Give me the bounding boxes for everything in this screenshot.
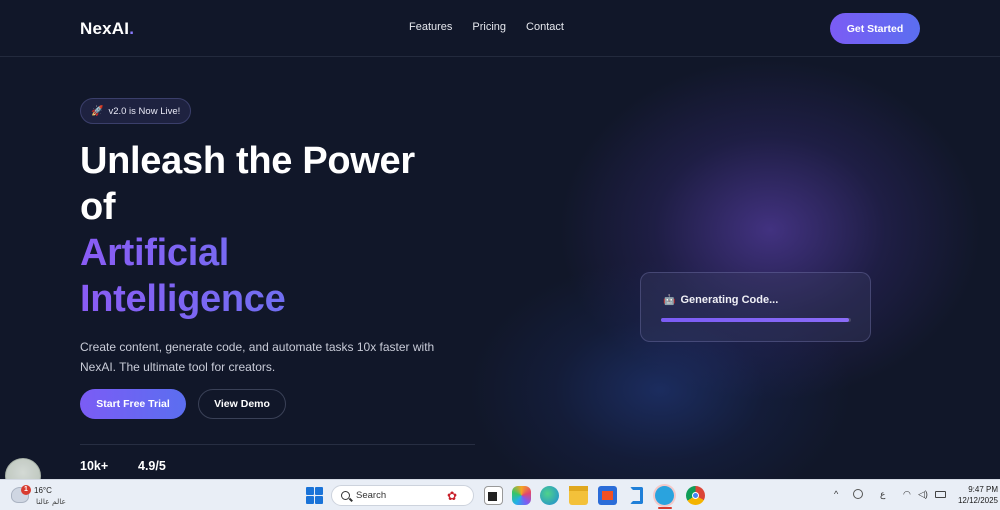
logo[interactable]: NexAI.	[80, 19, 134, 39]
logo-dot: .	[129, 19, 135, 38]
nav-pricing-link[interactable]: Pricing	[472, 21, 506, 33]
get-started-button[interactable]: Get Started	[830, 13, 920, 44]
input-language-indicator[interactable]: ع	[880, 489, 885, 500]
system-clock[interactable]: 9:47 PM 12/12/2025	[952, 484, 998, 506]
taskbar-search[interactable]: Search ✿	[331, 485, 474, 506]
wifi-icon[interactable]: ◠	[903, 489, 911, 500]
windows-taskbar: 1 16°C عالم عالنا Search ✿ ^ ع ◠ ◁) 9:47…	[0, 479, 1000, 510]
stat-rating: 4.9/5	[138, 459, 166, 473]
rocket-icon: 🚀	[91, 105, 104, 117]
windows-start-icon[interactable]	[306, 487, 323, 504]
vscode-icon[interactable]	[627, 486, 646, 505]
task-view-icon[interactable]	[484, 486, 503, 505]
edge-browser-icon[interactable]	[540, 486, 559, 505]
telegram-icon[interactable]	[655, 486, 674, 505]
network-status-icon[interactable]	[853, 489, 863, 499]
robot-icon: 🤖	[663, 294, 676, 306]
hero-title: Unleash the Power of Artificial Intellig…	[80, 138, 500, 322]
release-badge-text: v2.0 is Now Live!	[108, 105, 181, 117]
landing-page: NexAI. Features Pricing Contact Get Star…	[0, 0, 1000, 479]
hero-title-line-3: Artificial	[80, 230, 500, 276]
card-title: 🤖 Generating Code...	[663, 294, 778, 306]
site-header: NexAI. Features Pricing Contact Get Star…	[0, 0, 1000, 57]
search-icon	[341, 491, 350, 500]
card-title-text: Generating Code...	[680, 294, 779, 306]
show-hidden-icons-chevron-up-icon[interactable]: ^	[834, 489, 838, 499]
hero-subtitle-line-2: NexAI. The ultimate tool for creators.	[80, 360, 276, 374]
poinsettia-icon: ✿	[447, 489, 458, 503]
nav-features-link[interactable]: Features	[409, 21, 452, 33]
weather-temperature: 16°C	[34, 486, 52, 495]
battery-icon[interactable]	[935, 491, 946, 498]
start-free-trial-button[interactable]: Start Free Trial	[80, 389, 186, 419]
progress-bar	[661, 318, 851, 322]
clock-date: 12/12/2025	[957, 496, 998, 505]
notification-badge: 1	[21, 485, 31, 495]
file-explorer-icon[interactable]	[569, 486, 588, 505]
weather-widget[interactable]: 1 16°C عالم عالنا	[6, 483, 66, 509]
hero-subtitle-line-1: Create content, generate code, and autom…	[80, 340, 435, 354]
clock-time: 9:47 PM	[968, 485, 998, 494]
copilot-icon[interactable]	[512, 486, 531, 505]
search-placeholder: Search	[356, 490, 387, 501]
progress-bar-fill	[661, 318, 850, 322]
hero-title-line-4: Intelligence	[80, 276, 500, 322]
hero-subtitle: Create content, generate code, and autom…	[80, 337, 480, 377]
hero-title-line-2: of	[80, 186, 116, 228]
stats-divider	[80, 444, 475, 445]
weather-location: عالم عالنا	[36, 497, 67, 506]
stat-users: 10k+	[80, 459, 109, 473]
nav-contact-link[interactable]: Contact	[526, 21, 564, 33]
release-badge: 🚀 v2.0 is Now Live!	[80, 98, 192, 124]
hero-title-line-1: Unleash the Power	[80, 140, 415, 182]
view-demo-button[interactable]: View Demo	[198, 389, 286, 419]
volume-icon[interactable]: ◁)	[918, 489, 928, 500]
microsoft-store-icon[interactable]	[598, 486, 617, 505]
logo-text: NexAI	[80, 19, 130, 38]
chrome-icon[interactable]	[686, 486, 705, 505]
telegram-active-indicator	[658, 507, 672, 509]
generating-code-card: 🤖 Generating Code...	[640, 272, 871, 342]
main-nav: Features Pricing Contact	[409, 21, 584, 33]
